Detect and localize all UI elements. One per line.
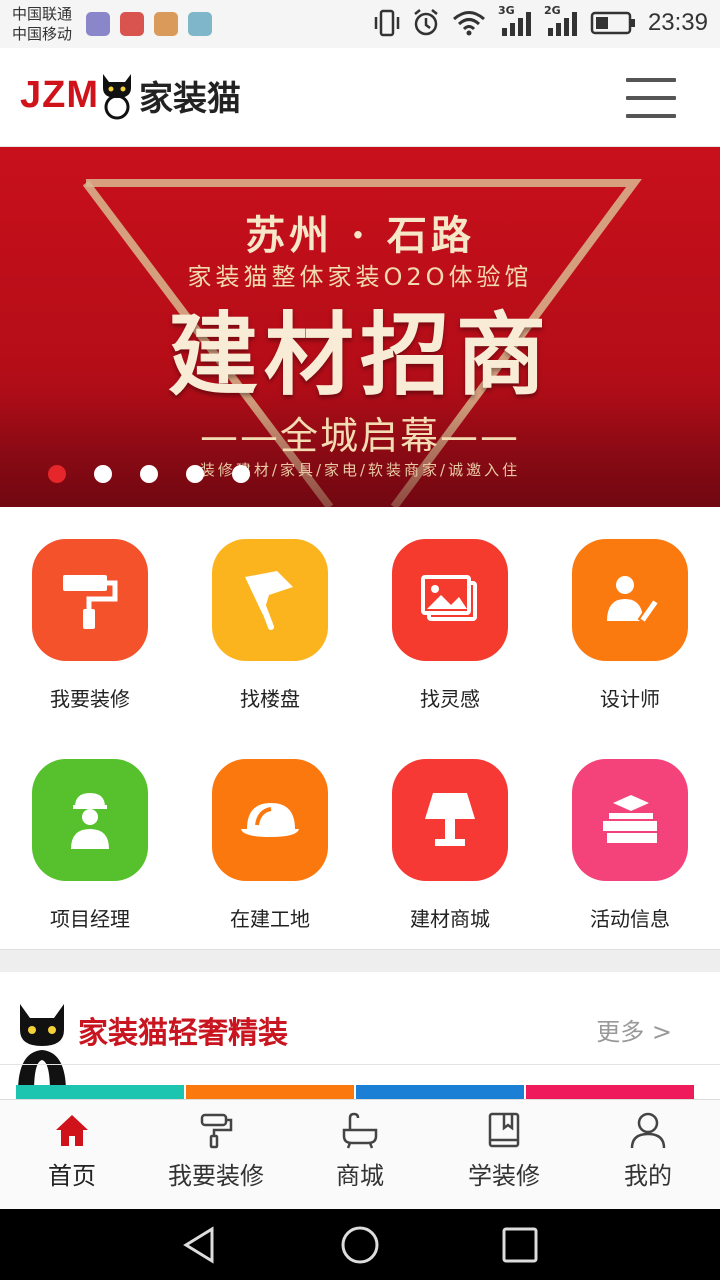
grid-item-inspiration[interactable]: 找灵感 — [360, 507, 540, 727]
grid-item-label: 找楼盘 — [240, 687, 300, 711]
grid-item-events[interactable]: 活动信息 — [540, 727, 720, 947]
notification-app-icon — [120, 12, 144, 36]
notification-app-icon — [154, 12, 178, 36]
tab-home[interactable]: 首页 — [0, 1100, 144, 1210]
lamp-icon — [392, 759, 508, 881]
section-title: 家装猫轻奢精装 — [78, 1016, 288, 1051]
paint-roller-icon — [32, 539, 148, 661]
more-link[interactable]: 更多 > — [596, 1012, 672, 1047]
promo-banner[interactable]: 苏州 · 石路 家装猫整体家装O2O体验馆 建材招商 ——全城启幕—— 装修建材… — [0, 147, 720, 507]
category-stripe[interactable] — [16, 1085, 184, 1099]
tab-label: 我要装修 — [168, 1162, 264, 1190]
notification-icons — [86, 12, 212, 36]
cat-mascot-icon — [18, 1004, 66, 1092]
grid-item-project-manager[interactable]: 项目经理 — [0, 727, 180, 947]
banner-tagline: ——全城启幕—— — [199, 414, 520, 458]
flag-icon — [212, 539, 328, 661]
user-icon — [630, 1112, 666, 1149]
gallery-icon — [392, 539, 508, 661]
category-stripe[interactable] — [356, 1085, 524, 1099]
designer-icon — [572, 539, 688, 661]
logo-text-cn: 家装猫 — [139, 78, 241, 119]
menu-button[interactable] — [626, 78, 676, 118]
carrier-2: 中国移动 — [12, 25, 73, 43]
hamburger-icon-bar — [626, 96, 676, 100]
tab-label: 首页 — [48, 1162, 96, 1190]
tab-label: 学装修 — [468, 1162, 540, 1190]
carousel-dot[interactable] — [186, 465, 204, 483]
tab-renovate[interactable]: 我要装修 — [144, 1100, 288, 1210]
home-nav-icon[interactable] — [340, 1225, 380, 1265]
system-nav-bar — [0, 1209, 720, 1280]
category-stripe[interactable] — [526, 1085, 694, 1099]
tab-label: 商城 — [336, 1162, 384, 1190]
notification-app-icon — [188, 12, 212, 36]
grid-item-label: 建材商城 — [410, 907, 490, 931]
category-stripe[interactable] — [186, 1085, 354, 1099]
tab-profile[interactable]: 我的 — [576, 1100, 720, 1210]
cat-logo-icon — [103, 74, 131, 120]
wifi-icon — [452, 11, 485, 36]
tab-learn[interactable]: 学装修 — [432, 1100, 576, 1210]
tab-label: 我的 — [624, 1162, 672, 1190]
grid-item-renovate[interactable]: 我要装修 — [0, 507, 180, 727]
app-header: JZM 家装猫 — [0, 48, 720, 147]
grid-item-label: 在建工地 — [230, 907, 310, 931]
status-right: 3G 2G 23:39 — [374, 4, 708, 38]
book-icon — [488, 1112, 520, 1148]
hamburger-icon-bar — [626, 78, 676, 82]
home-icon — [56, 1115, 88, 1146]
notification-app-icon — [86, 12, 110, 36]
hamburger-icon-bar — [626, 114, 676, 118]
carousel-dot[interactable] — [48, 465, 66, 483]
signal-icon-1: 3G — [498, 4, 532, 38]
carrier-info: 中国联通 中国移动 — [12, 4, 72, 44]
paint-roller-icon — [200, 1113, 233, 1149]
banner-location: 苏州 · 石路 — [245, 212, 475, 259]
grid-item-construction-site[interactable]: 在建工地 — [180, 727, 360, 947]
grid-item-label: 项目经理 — [50, 907, 130, 931]
recents-icon[interactable] — [500, 1225, 540, 1265]
section-divider — [0, 949, 720, 973]
status-bar: 中国联通 中国移动 3G 2G 23:39 — [0, 0, 720, 48]
carousel-indicator — [48, 465, 250, 483]
carrier-1: 中国联通 — [12, 5, 73, 23]
clock: 23:39 — [647, 9, 708, 36]
grid-item-label: 找灵感 — [420, 687, 480, 711]
feature-grid: 我要装修 找楼盘 找灵感 设计师 项目经理 在建工地 建材商城 活动信息 — [0, 507, 720, 949]
luxury-section: 家装猫轻奢精装 更多 > — [0, 972, 720, 1102]
category-stripes — [16, 1085, 694, 1099]
vibrate-icon — [374, 9, 400, 37]
worker-icon — [32, 759, 148, 881]
grid-item-designer[interactable]: 设计师 — [540, 507, 720, 727]
section-separator — [0, 1064, 720, 1065]
banner-headline: 建材招商 — [168, 303, 552, 408]
battery-icon — [590, 11, 635, 35]
grid-item-label: 设计师 — [600, 687, 660, 711]
hardhat-icon — [212, 759, 328, 881]
grid-item-label: 我要装修 — [50, 687, 130, 711]
signal-icon-2: 2G — [544, 4, 578, 38]
grid-item-label: 活动信息 — [590, 907, 670, 931]
carousel-dot[interactable] — [94, 465, 112, 483]
bottom-tab-bar: 首页 我要装修 商城 学装修 我的 — [0, 1099, 720, 1210]
carousel-dot[interactable] — [232, 465, 250, 483]
bathtub-icon — [342, 1112, 378, 1149]
carousel-dot[interactable] — [140, 465, 158, 483]
alarm-icon — [414, 9, 438, 36]
grid-item-mall[interactable]: 建材商城 — [360, 727, 540, 947]
back-icon[interactable] — [180, 1225, 220, 1265]
grid-item-properties[interactable]: 找楼盘 — [180, 507, 360, 727]
logo[interactable]: JZM 家装猫 — [20, 70, 241, 120]
tab-mall[interactable]: 商城 — [288, 1100, 432, 1210]
books-icon — [572, 759, 688, 881]
logo-text-en: JZM — [20, 73, 99, 116]
